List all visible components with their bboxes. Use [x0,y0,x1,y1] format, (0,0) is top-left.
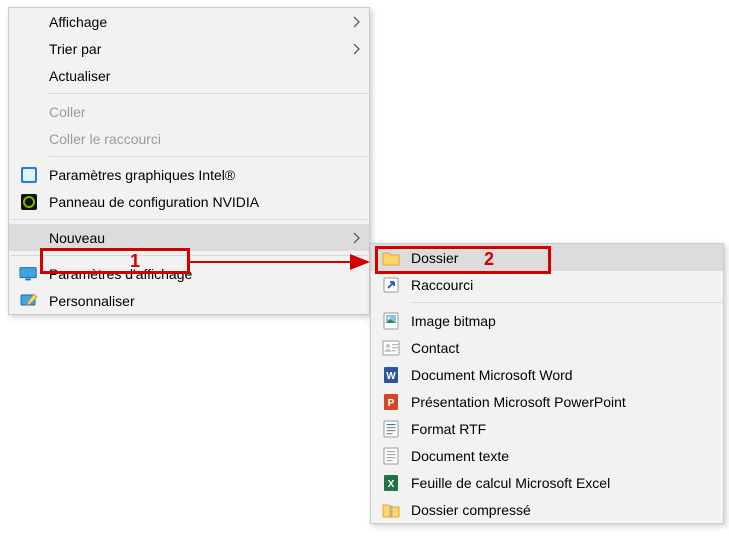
submenu-item-rtf[interactable]: Format RTF [371,415,723,442]
submenu-item-label: Feuille de calcul Microsoft Excel [411,475,715,491]
chevron-right-icon [352,42,361,56]
menu-item-label: Coller le raccourci [49,131,361,147]
submenu-item-folder[interactable]: Dossier [371,244,723,271]
shortcut-icon [381,275,401,295]
menu-item-new[interactable]: Nouveau [9,224,369,251]
svg-text:P: P [388,398,395,409]
submenu-item-powerpoint[interactable]: P Présentation Microsoft PowerPoint [371,388,723,415]
bitmap-icon [381,311,401,331]
excel-icon: X [381,473,401,493]
svg-text:X: X [388,479,395,490]
submenu-item-excel[interactable]: X Feuille de calcul Microsoft Excel [371,469,723,496]
menu-item-label: Panneau de configuration NVIDIA [49,194,361,210]
submenu-item-word[interactable]: W Document Microsoft Word [371,361,723,388]
menu-item-label: Personnaliser [49,293,361,309]
menu-separator [11,255,367,256]
submenu-item-label: Format RTF [411,421,715,437]
menu-separator [49,93,369,94]
chevron-right-icon [352,15,361,29]
menu-separator [411,302,723,303]
submenu-item-contact[interactable]: Contact [371,334,723,361]
submenu-item-label: Présentation Microsoft PowerPoint [411,394,715,410]
submenu-item-text[interactable]: Document texte [371,442,723,469]
menu-item-label: Actualiser [49,68,361,84]
submenu-item-shortcut[interactable]: Raccourci [371,271,723,298]
chevron-right-icon [352,231,361,245]
menu-item-paste-shortcut: Coller le raccourci [9,125,369,152]
menu-item-view[interactable]: Affichage [9,8,369,35]
menu-item-paste: Coller [9,98,369,125]
submenu-item-zip[interactable]: Dossier compressé [371,496,723,523]
menu-item-refresh[interactable]: Actualiser [9,62,369,89]
submenu-item-label: Contact [411,340,715,356]
folder-icon [381,248,401,268]
new-submenu: Dossier Raccourci Image bitmap Contact W… [370,243,724,524]
contact-icon [381,338,401,358]
menu-item-personalize[interactable]: Personnaliser [9,287,369,314]
zip-icon [381,500,401,520]
nvidia-icon [19,192,39,212]
personalize-icon [19,291,39,311]
desktop-context-menu: Affichage Trier par Actualiser Coller Co… [8,7,370,315]
menu-item-label: Paramètres d'affichage [49,266,361,282]
rtf-icon [381,419,401,439]
menu-item-label: Trier par [49,41,352,57]
word-icon: W [381,365,401,385]
submenu-item-label: Dossier compressé [411,502,715,518]
display-icon [19,264,39,284]
ppt-icon: P [381,392,401,412]
svg-text:W: W [386,371,396,382]
menu-item-label: Affichage [49,14,352,30]
menu-item-label: Paramètres graphiques Intel® [49,167,361,183]
menu-separator [11,219,367,220]
submenu-item-label: Image bitmap [411,313,715,329]
submenu-item-label: Document Microsoft Word [411,367,715,383]
submenu-item-label: Raccourci [411,277,715,293]
submenu-item-bitmap[interactable]: Image bitmap [371,307,723,334]
intel-icon [19,165,39,185]
menu-item-intel-graphics[interactable]: Paramètres graphiques Intel® [9,161,369,188]
menu-item-display-settings[interactable]: Paramètres d'affichage [9,260,369,287]
menu-item-label: Coller [49,104,361,120]
submenu-item-label: Document texte [411,448,715,464]
txt-icon [381,446,401,466]
submenu-item-label: Dossier [411,250,715,266]
menu-item-nvidia-panel[interactable]: Panneau de configuration NVIDIA [9,188,369,215]
menu-separator [49,156,369,157]
menu-item-label: Nouveau [49,230,352,246]
menu-item-sort[interactable]: Trier par [9,35,369,62]
